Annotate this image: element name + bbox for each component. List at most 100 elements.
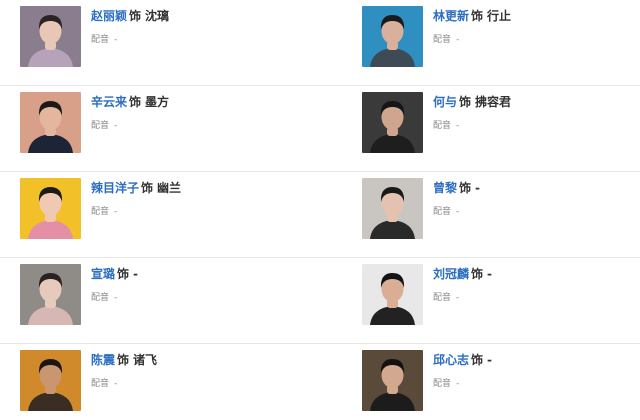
as-label: 饰 (459, 95, 472, 109)
as-label: 饰 (471, 9, 484, 23)
actor-name-link[interactable]: 辣目洋子 (91, 181, 139, 195)
actor-photo[interactable] (362, 6, 423, 67)
cast-card: 陈震饰诸飞配音 - (20, 350, 320, 412)
dubbing-label: 配音 (433, 121, 452, 131)
actor-photo[interactable] (20, 264, 81, 325)
dubbing-label: 配音 (91, 379, 110, 389)
actor-photo[interactable] (362, 178, 423, 239)
actor-photo[interactable] (20, 92, 81, 153)
cast-info: 辛云来饰墨方配音 - (91, 94, 311, 132)
cast-card: 曾黎饰 - 配音 - (362, 178, 640, 240)
dubbing-line: 配音 - (433, 206, 640, 218)
actor-photo[interactable] (20, 6, 81, 67)
cast-info: 何与饰拂容君配音 - (433, 94, 640, 132)
cast-title-line: 辛云来饰墨方 (91, 94, 311, 110)
dubbing-label: 配音 (91, 207, 110, 217)
dubbing-value: - (456, 379, 460, 389)
dubbing-value: - (114, 35, 118, 45)
dubbing-value: - (114, 379, 118, 389)
role-name: - (133, 267, 139, 281)
actor-photo[interactable] (362, 92, 423, 153)
actor-photo[interactable] (362, 264, 423, 325)
dubbing-line: 配音 - (91, 206, 311, 218)
cast-title-line: 林更新饰行止 (433, 8, 640, 24)
dubbing-line: 配音 - (433, 34, 640, 46)
actor-name-link[interactable]: 何与 (433, 95, 457, 109)
cast-info: 林更新饰行止配音 - (433, 8, 640, 46)
role-name: 沈璃 (145, 9, 170, 23)
as-label: 饰 (129, 95, 142, 109)
dubbing-value: - (456, 207, 460, 217)
cast-title-line: 邱心志饰 - (433, 352, 640, 368)
cast-card: 何与饰拂容君配音 - (362, 92, 640, 154)
actor-photo[interactable] (20, 350, 81, 411)
cast-card: 林更新饰行止配音 - (362, 6, 640, 68)
actor-name-link[interactable]: 宣璐 (91, 267, 115, 281)
actor-name-link[interactable]: 林更新 (433, 9, 469, 23)
actor-photo[interactable] (362, 350, 423, 411)
as-label: 饰 (117, 353, 130, 367)
as-label: 饰 (117, 267, 130, 281)
cast-list: 赵丽颖饰沈璃 配音 - 林更新饰行止 配音 - 辛云来饰墨方 配音 - 何与饰拂容君 配音 - 辣目洋子… (0, 0, 640, 420)
cast-title-line: 何与饰拂容君 (433, 94, 640, 110)
dubbing-value: - (114, 293, 118, 303)
dubbing-line: 配音 - (91, 292, 311, 304)
actor-name-link[interactable]: 邱心志 (433, 353, 469, 367)
dubbing-label: 配音 (433, 293, 452, 303)
dubbing-value: - (456, 121, 460, 131)
dubbing-label: 配音 (433, 35, 452, 45)
cast-title-line: 辣目洋子饰幽兰 (91, 180, 311, 196)
cast-row: 陈震饰诸飞 配音 - 邱心志饰 - 配音 - (0, 344, 640, 420)
actor-name-link[interactable]: 陈震 (91, 353, 115, 367)
role-name: 拂容君 (475, 95, 512, 109)
cast-card: 辣目洋子饰幽兰配音 - (20, 178, 320, 240)
role-name: - (487, 267, 493, 281)
cast-info: 陈震饰诸飞配音 - (91, 352, 311, 390)
role-name: - (475, 181, 481, 195)
role-name: 行止 (487, 9, 512, 23)
dubbing-label: 配音 (91, 293, 110, 303)
dubbing-value: - (456, 35, 460, 45)
dubbing-value: - (456, 293, 460, 303)
role-name: 幽兰 (157, 181, 182, 195)
dubbing-line: 配音 - (91, 34, 311, 46)
cast-info: 曾黎饰 - 配音 - (433, 180, 640, 218)
actor-photo[interactable] (20, 178, 81, 239)
dubbing-label: 配音 (91, 35, 110, 45)
dubbing-value: - (114, 121, 118, 131)
cast-info: 宣璐饰 - 配音 - (91, 266, 311, 304)
as-label: 饰 (459, 181, 472, 195)
dubbing-value: - (114, 207, 118, 217)
cast-card: 赵丽颖饰沈璃配音 - (20, 6, 320, 68)
dubbing-line: 配音 - (91, 120, 311, 132)
as-label: 饰 (129, 9, 142, 23)
cast-title-line: 宣璐饰 - (91, 266, 311, 282)
cast-row: 赵丽颖饰沈璃 配音 - 林更新饰行止 配音 - (0, 0, 640, 86)
cast-info: 辣目洋子饰幽兰配音 - (91, 180, 311, 218)
actor-name-link[interactable]: 辛云来 (91, 95, 127, 109)
cast-row: 辣目洋子饰幽兰 配音 - 曾黎饰 - 配音 - (0, 172, 640, 258)
as-label: 饰 (471, 267, 484, 281)
cast-row: 辛云来饰墨方 配音 - 何与饰拂容君 配音 - (0, 86, 640, 172)
role-name: - (487, 353, 493, 367)
as-label: 饰 (141, 181, 154, 195)
actor-name-link[interactable]: 曾黎 (433, 181, 457, 195)
cast-info: 邱心志饰 - 配音 - (433, 352, 640, 390)
actor-name-link[interactable]: 刘冠麟 (433, 267, 469, 281)
cast-card: 刘冠麟饰 - 配音 - (362, 264, 640, 326)
cast-info: 赵丽颖饰沈璃配音 - (91, 8, 311, 46)
cast-title-line: 刘冠麟饰 - (433, 266, 640, 282)
cast-card: 辛云来饰墨方配音 - (20, 92, 320, 154)
dubbing-line: 配音 - (433, 120, 640, 132)
dubbing-line: 配音 - (433, 292, 640, 304)
cast-title-line: 陈震饰诸飞 (91, 352, 311, 368)
actor-name-link[interactable]: 赵丽颖 (91, 9, 127, 23)
cast-card: 邱心志饰 - 配音 - (362, 350, 640, 412)
dubbing-line: 配音 - (433, 378, 640, 390)
as-label: 饰 (471, 353, 484, 367)
cast-card: 宣璐饰 - 配音 - (20, 264, 320, 326)
cast-row: 宣璐饰 - 配音 - 刘冠麟饰 - 配音 - (0, 258, 640, 344)
role-name: 诸飞 (133, 353, 158, 367)
dubbing-label: 配音 (91, 121, 110, 131)
role-name: 墨方 (145, 95, 170, 109)
